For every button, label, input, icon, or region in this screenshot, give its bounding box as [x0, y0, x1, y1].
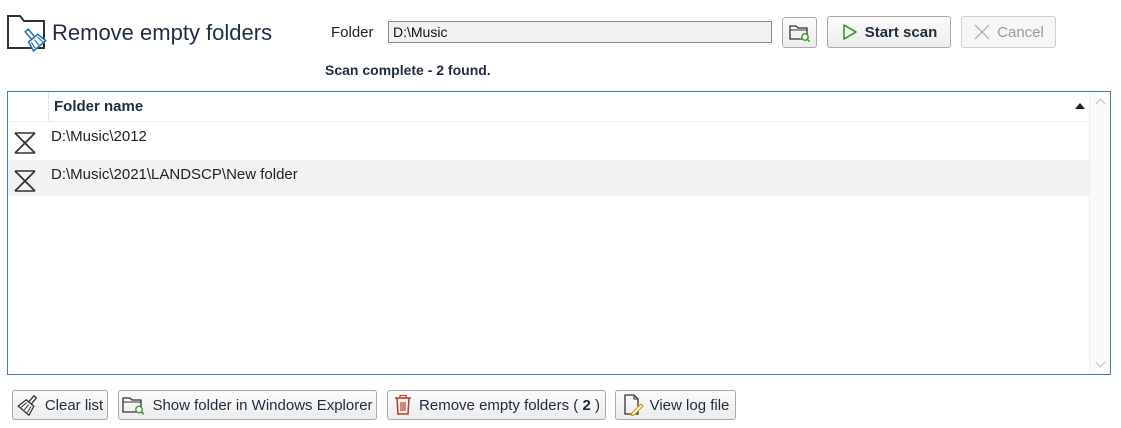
clear-list-label: Clear list	[44, 396, 104, 414]
remove-label-suffix: )	[590, 396, 600, 414]
trash-icon	[395, 394, 412, 415]
vertical-scrollbar[interactable]	[1089, 92, 1110, 374]
sort-ascending-icon	[1075, 103, 1085, 109]
check-column-header[interactable]	[8, 92, 49, 122]
folder-path: D:\Music\2012	[51, 128, 147, 145]
show-in-explorer-button[interactable]: Show folder in Windows Explorer	[118, 390, 377, 420]
scan-status: Scan complete - 2 found.	[325, 62, 491, 78]
results-list[interactable]: Folder name D:\Music\2012 D:\Music\2021\…	[7, 91, 1111, 375]
play-icon	[842, 24, 857, 40]
remove-count: 2	[582, 396, 591, 414]
clear-list-button[interactable]: Clear list	[12, 390, 108, 420]
start-scan-label: Start scan	[864, 23, 938, 41]
checkbox-checked-icon[interactable]	[14, 170, 36, 192]
view-log-file-label: View log file	[649, 396, 730, 414]
remove-label-text: Remove empty folders (	[419, 396, 583, 414]
remove-empty-folders-label: Remove empty folders ( 2 )	[419, 397, 600, 414]
page-title: Remove empty folders	[52, 20, 273, 45]
table-row[interactable]: D:\Music\2012	[8, 122, 1090, 158]
remove-empty-folders-button[interactable]: Remove empty folders ( 2 )	[387, 390, 606, 420]
folder-search-icon	[788, 24, 810, 42]
broom-icon	[17, 394, 38, 416]
folder-name-column-header[interactable]: Folder name	[54, 98, 143, 115]
browse-folder-button[interactable]	[782, 17, 817, 48]
log-file-edit-icon	[623, 394, 644, 416]
folder-broom-icon	[6, 12, 48, 53]
table-row[interactable]: D:\Music\2021\LANDSCP\New folder	[8, 160, 1090, 196]
cancel-button[interactable]: Cancel	[961, 16, 1056, 48]
show-in-explorer-label: Show folder in Windows Explorer	[152, 396, 373, 414]
cancel-label: Cancel	[997, 23, 1044, 41]
scroll-up-icon[interactable]	[1095, 98, 1106, 105]
folder-path: D:\Music\2021\LANDSCP\New folder	[51, 166, 298, 183]
folder-label: Folder	[331, 24, 374, 41]
scroll-down-icon[interactable]	[1095, 361, 1106, 368]
folder-search-icon	[122, 397, 145, 415]
start-scan-button[interactable]: Start scan	[827, 16, 951, 48]
view-log-file-button[interactable]: View log file	[615, 390, 736, 420]
checkbox-checked-icon[interactable]	[14, 132, 36, 154]
folder-path-input[interactable]	[388, 21, 772, 43]
list-header[interactable]: Folder name	[8, 92, 1090, 122]
close-icon	[974, 24, 990, 40]
